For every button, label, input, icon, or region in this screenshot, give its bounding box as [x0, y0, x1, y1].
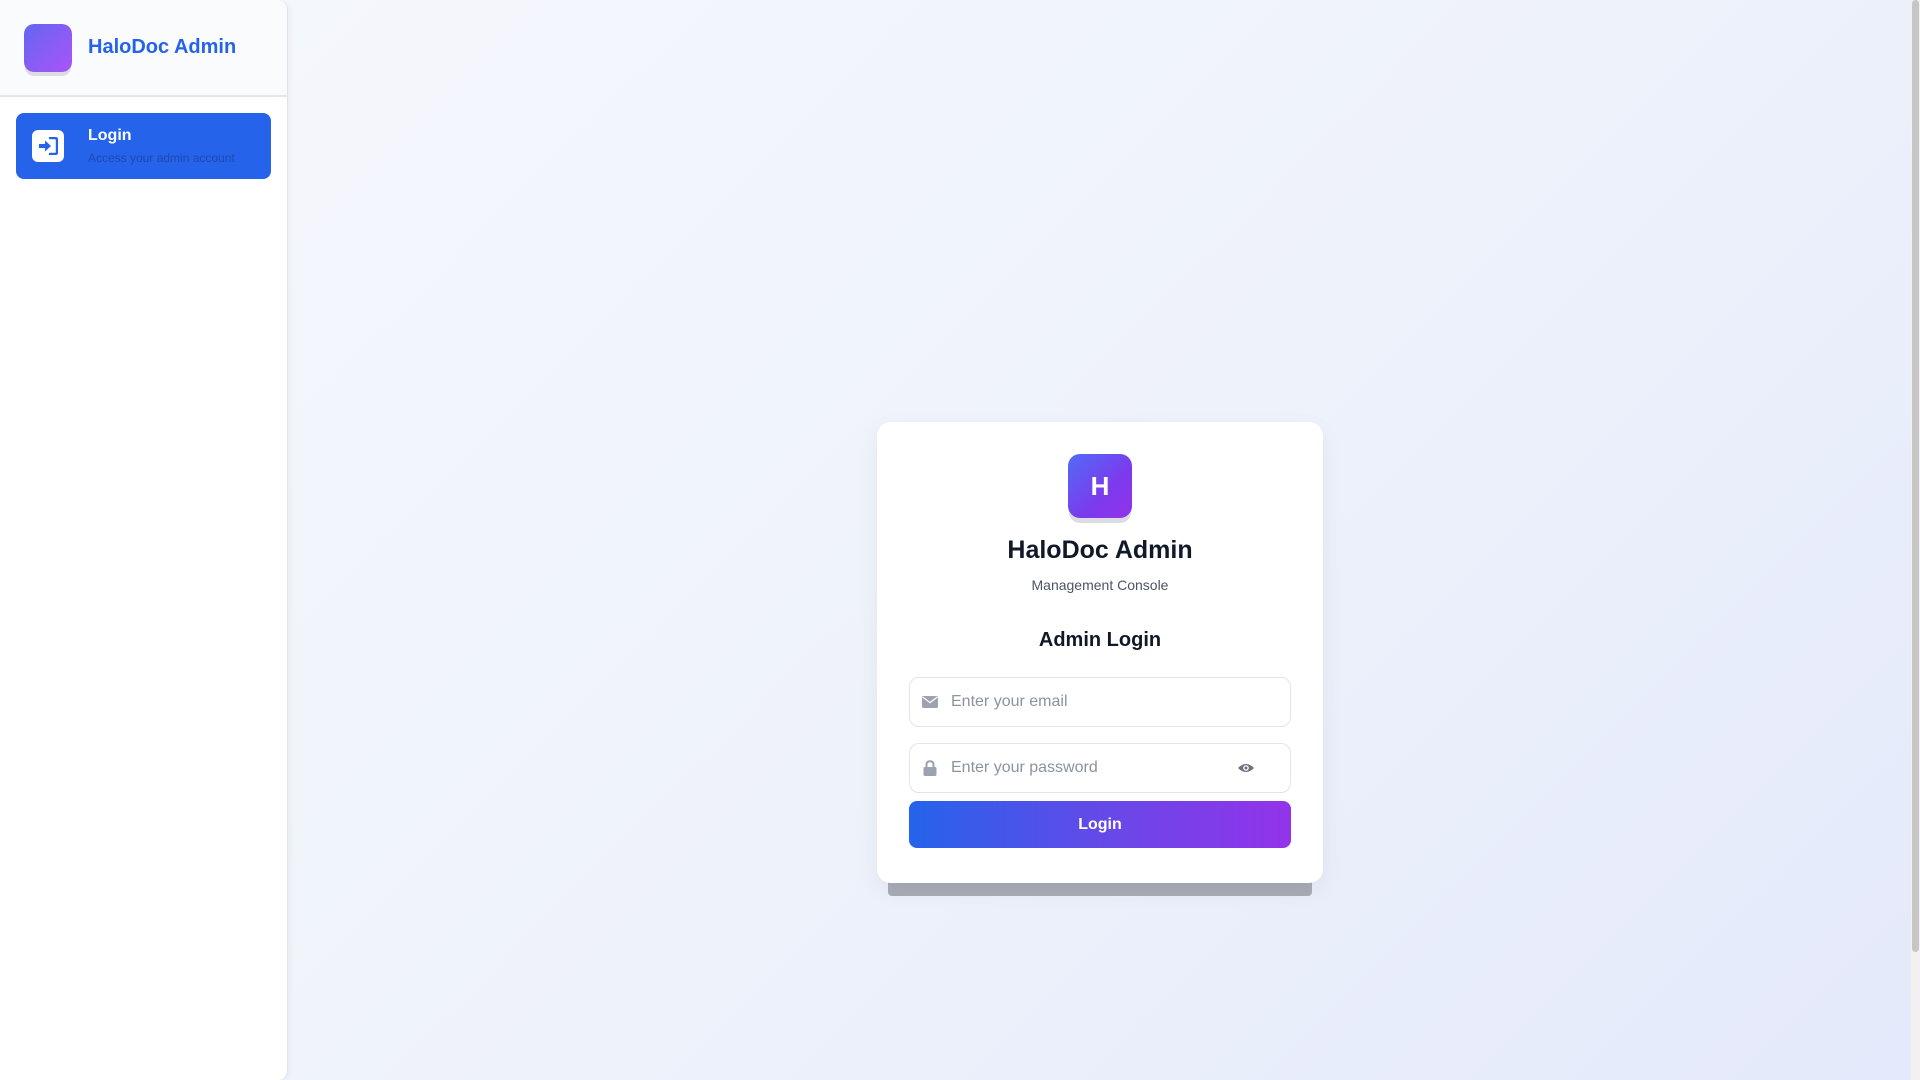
login-button[interactable]: Login [909, 801, 1291, 848]
sidebar-item-subtitle: Access your admin account [88, 151, 235, 165]
brand-title: HaloDoc Admin [88, 36, 237, 58]
lock-icon [922, 760, 938, 776]
scrollbar-thumb[interactable] [1912, 0, 1919, 952]
login-heading: Admin Login [1038, 629, 1162, 651]
sidebar-item-text: Login Access your admin account [88, 126, 235, 166]
sidebar-item-login[interactable]: Login Access your admin account [16, 113, 271, 179]
email-field [909, 677, 1291, 727]
sidebar-item-label: Login [88, 127, 132, 144]
password-input[interactable] [910, 744, 1290, 792]
sidebar: HaloDoc Admin Login Access your admin ac… [0, 0, 288, 1080]
login-card: H HaloDoc Admin Management Console Admin… [877, 422, 1323, 883]
password-field [909, 743, 1291, 793]
card-logo: H [1068, 454, 1132, 518]
sign-in-icon [32, 130, 64, 162]
sidebar-header: HaloDoc Admin [0, 0, 287, 97]
scrollbar[interactable] [1911, 0, 1920, 1080]
app-root: HaloDoc Admin Login Access your admin ac… [0, 0, 1920, 1080]
envelope-icon [922, 694, 938, 710]
sidebar-nav: Login Access your admin account [0, 97, 287, 195]
brand-logo [24, 23, 72, 72]
eye-icon[interactable] [1236, 758, 1256, 778]
email-input[interactable] [910, 678, 1290, 726]
card-title: HaloDoc Admin [1007, 536, 1193, 564]
card-subtitle: Management Console [1031, 577, 1169, 593]
